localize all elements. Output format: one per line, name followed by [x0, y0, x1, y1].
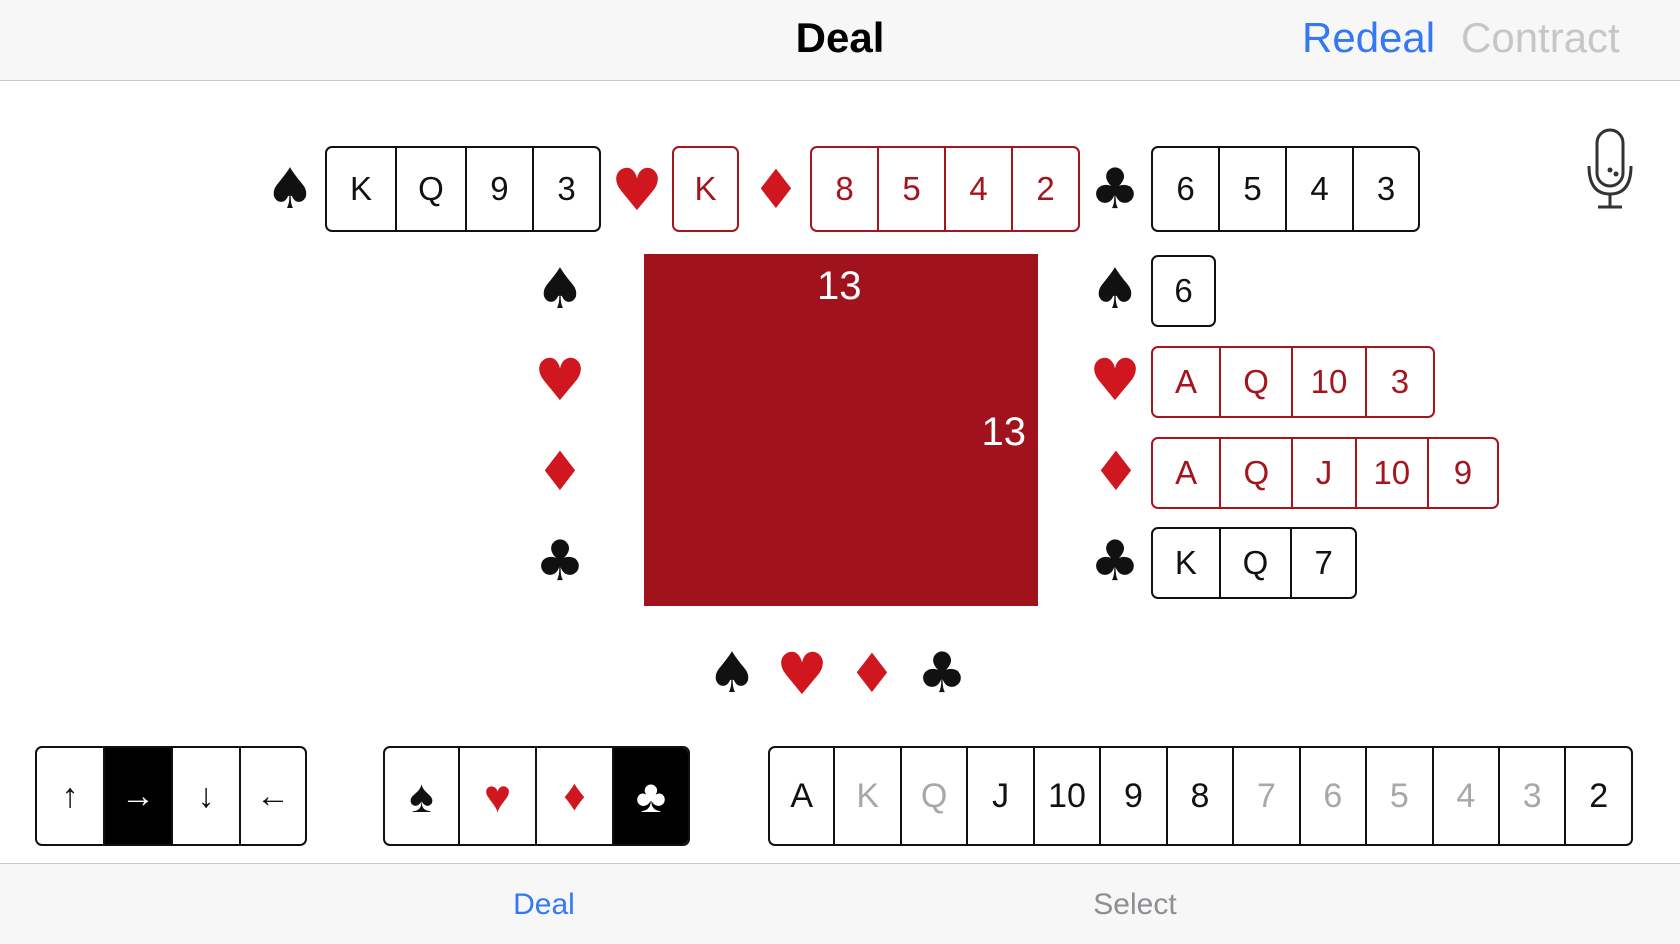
card[interactable]: Q — [1219, 439, 1291, 507]
club-icon: ♣ — [635, 770, 667, 822]
rank-button-6[interactable]: 6 — [1298, 748, 1365, 844]
east-diamonds-cards[interactable]: A Q J 10 9 — [1151, 437, 1499, 509]
heart-button[interactable]: ♥ — [458, 748, 535, 844]
west-heart-icon: ♥ — [534, 346, 586, 414]
south-diamond-icon: ♦ — [847, 642, 897, 705]
card[interactable]: K — [674, 148, 737, 230]
direction-north-button[interactable]: ↑ — [37, 748, 103, 844]
spade-button[interactable]: ♠ — [385, 748, 458, 844]
north-spades-cards[interactable]: K Q 9 3 — [325, 146, 601, 232]
direction-south-button[interactable]: ↓ — [171, 748, 239, 844]
card[interactable]: 5 — [877, 148, 944, 230]
card[interactable]: 3 — [531, 148, 599, 230]
north-hearts-cards[interactable]: K — [672, 146, 739, 232]
north-clubs-cards[interactable]: 6 5 4 3 — [1151, 146, 1420, 232]
card[interactable]: 2 — [1011, 148, 1078, 230]
tab-select[interactable]: Select — [985, 888, 1285, 922]
west-spade-icon: ♠ — [534, 257, 586, 322]
direction-east-button[interactable]: → — [103, 748, 171, 844]
card[interactable]: A — [1153, 348, 1219, 416]
card[interactable]: 3 — [1352, 148, 1418, 230]
rank-button-q[interactable]: Q — [899, 748, 966, 844]
card[interactable]: J — [1291, 439, 1354, 507]
east-hearts-cards[interactable]: A Q 10 3 — [1151, 346, 1435, 418]
east-card-count: 13 — [981, 410, 1027, 454]
card[interactable]: Q — [1218, 529, 1291, 597]
card[interactable]: 7 — [1290, 529, 1355, 597]
tab-deal[interactable]: Deal — [394, 888, 694, 922]
heart-icon: ♥ — [483, 770, 512, 822]
east-clubs-cards[interactable]: K Q 7 — [1151, 527, 1357, 599]
south-club-icon: ♣ — [916, 641, 968, 706]
rank-selector[interactable]: A K Q J 10 9 8 7 6 5 4 3 2 — [768, 746, 1633, 846]
club-button[interactable]: ♣ — [612, 748, 688, 844]
redeal-button[interactable]: Redeal — [1302, 14, 1435, 62]
diamond-icon: ♦ — [563, 771, 586, 820]
card[interactable]: A — [1153, 439, 1219, 507]
north-card-count: 13 — [817, 264, 862, 308]
suit-selector[interactable]: ♠ ♥ ♦ ♣ — [383, 746, 690, 846]
card[interactable]: 6 — [1153, 257, 1214, 325]
rank-button-5[interactable]: 5 — [1365, 748, 1431, 844]
spade-icon: ♠ — [409, 770, 434, 822]
north-spade-icon: ♠ — [264, 157, 316, 222]
rank-button-a[interactable]: A — [770, 748, 833, 844]
card[interactable]: 10 — [1291, 348, 1365, 416]
card[interactable]: 9 — [1426, 439, 1497, 507]
card[interactable]: 10 — [1354, 439, 1427, 507]
card[interactable]: 3 — [1364, 348, 1433, 416]
diamond-button[interactable]: ♦ — [535, 748, 612, 844]
rank-button-10[interactable]: 10 — [1032, 748, 1099, 844]
direction-selector[interactable]: ↑ → ↓ ← — [35, 746, 307, 846]
east-club-icon: ♣ — [1089, 529, 1141, 594]
contract-button[interactable]: Contract — [1461, 14, 1620, 62]
card[interactable]: 8 — [812, 148, 877, 230]
card[interactable]: 9 — [464, 148, 532, 230]
north-heart-icon: ♥ — [611, 156, 663, 224]
rank-button-4[interactable]: 4 — [1431, 748, 1498, 844]
south-heart-icon: ♥ — [776, 640, 828, 708]
navigation-bar: Deal Redeal Contract — [0, 0, 1680, 81]
west-club-icon: ♣ — [534, 529, 586, 594]
table-square: 13 13 — [644, 254, 1038, 606]
east-heart-icon: ♥ — [1089, 346, 1141, 414]
north-club-icon: ♣ — [1089, 157, 1141, 222]
rank-button-3[interactable]: 3 — [1498, 748, 1564, 844]
north-diamond-icon: ♦ — [751, 158, 801, 221]
tab-bar: Deal Select — [0, 863, 1680, 944]
east-diamond-icon: ♦ — [1091, 440, 1141, 503]
card[interactable]: 6 — [1153, 148, 1218, 230]
card[interactable]: K — [1153, 529, 1219, 597]
microphone-icon[interactable] — [1585, 128, 1635, 212]
rank-button-k[interactable]: K — [833, 748, 899, 844]
rank-button-j[interactable]: J — [966, 748, 1032, 844]
card[interactable]: 4 — [1285, 148, 1352, 230]
west-diamond-icon: ♦ — [535, 440, 585, 503]
card[interactable]: K — [327, 148, 395, 230]
card[interactable]: 5 — [1218, 148, 1285, 230]
east-spade-icon: ♠ — [1089, 257, 1141, 322]
rank-button-2[interactable]: 2 — [1564, 748, 1630, 844]
rank-button-9[interactable]: 9 — [1099, 748, 1165, 844]
card[interactable]: 4 — [944, 148, 1011, 230]
rank-button-8[interactable]: 8 — [1165, 748, 1232, 844]
card[interactable]: Q — [394, 148, 465, 230]
card[interactable]: Q — [1219, 348, 1291, 416]
rank-button-7[interactable]: 7 — [1232, 748, 1298, 844]
east-spades-cards[interactable]: 6 — [1151, 255, 1216, 327]
north-diamonds-cards[interactable]: 8 5 4 2 — [810, 146, 1080, 232]
south-spade-icon: ♠ — [706, 641, 758, 706]
direction-west-button[interactable]: ← — [239, 748, 305, 844]
